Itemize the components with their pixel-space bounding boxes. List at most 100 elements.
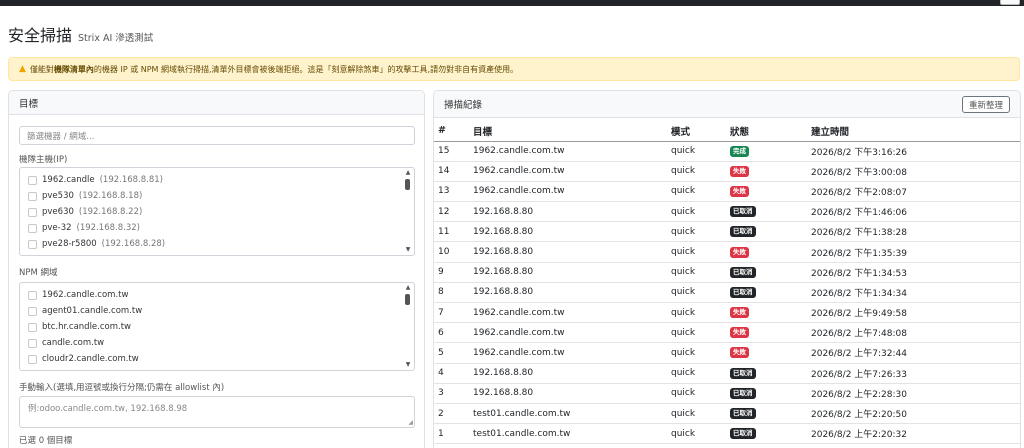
- row-id: 12: [434, 201, 473, 223]
- table-row[interactable]: 2 test01.candle.com.tw quick 已取消 2026/8/2 上午…: [434, 403, 1020, 425]
- domains-list[interactable]: 1962.candle.com.tw agent01.candle.com.tw b…: [19, 282, 415, 371]
- host-item[interactable]: pve28-r5800 (192.168.8.28): [20, 236, 414, 252]
- row-mode: quick: [671, 363, 730, 384]
- domain-item[interactable]: agent01.candle.com.tw: [20, 303, 414, 319]
- domain-checkbox[interactable]: [28, 306, 37, 316]
- status-badge: 失敗: [730, 327, 749, 339]
- host-ip: (192.168.8.28): [101, 239, 166, 249]
- row-target: 192.168.8.80: [473, 221, 671, 243]
- status-badge: 失敗: [730, 246, 749, 258]
- table-row[interactable]: 9 192.168.8.80 quick 已取消 2026/8/2 下午1:34:53: [434, 262, 1020, 283]
- row-status: 失敗: [730, 302, 811, 324]
- page-subtitle: Strix AI 滲透測試: [78, 33, 154, 44]
- row-mode: quick: [671, 322, 730, 344]
- table-row[interactable]: 1 test01.candle.com.tw quick 已取消 2026/8/2 上午…: [434, 423, 1020, 445]
- host-ip: (192.168.8.81): [99, 175, 164, 185]
- domain-item[interactable]: cloudr2.candle.com.tw: [20, 351, 414, 367]
- page-title: 安全掃描: [8, 26, 73, 45]
- row-mode: quick: [671, 383, 730, 404]
- row-id: 1: [434, 423, 473, 445]
- status-badge: 已取消: [730, 266, 756, 278]
- scroll-up-icon[interactable]: ▲: [404, 285, 412, 291]
- host-checkbox[interactable]: [28, 191, 37, 201]
- domain-checkbox[interactable]: [28, 354, 37, 364]
- alert-text: 僅能對機隊清單內的機器 IP 或 NPM 網域執行掃描,清單外目標會被後端拒絕。…: [29, 64, 519, 74]
- scroll-down-icon[interactable]: ▼: [404, 362, 412, 368]
- manual-input[interactable]: 例:odoo.candle.com.tw, 192.168.8.98 ◢: [19, 396, 415, 428]
- table-row[interactable]: 13 1962.candle.com.tw quick 失敗 2026/8/2 下午2:…: [434, 181, 1020, 203]
- hosts-list[interactable]: 1962.candle (192.168.8.81) pve530 (192.168.…: [19, 167, 415, 256]
- scroll-thumb[interactable]: [405, 294, 410, 305]
- table-row[interactable]: 14 1962.candle.com.tw quick 失敗 2026/8/2 下午3:…: [434, 161, 1020, 182]
- domain-item[interactable]: candle.com.tw: [20, 335, 414, 351]
- table-row[interactable]: 15 1962.candle.com.tw quick 完成 2026/8/2 下午3:…: [434, 141, 1020, 162]
- scroll-up-icon[interactable]: ▲: [404, 170, 412, 176]
- host-name: pve-32: [42, 223, 72, 233]
- domain-name: btc.hr.candle.com.tw: [42, 322, 132, 332]
- row-id: 6: [434, 322, 473, 344]
- domain-item[interactable]: btc.hr.candle.com.tw: [20, 319, 414, 335]
- row-status: 失敗: [730, 181, 811, 203]
- hosts-scrollbar[interactable]: ▲ ▼: [404, 170, 412, 253]
- domain-checkbox[interactable]: [28, 322, 37, 332]
- host-checkbox[interactable]: [28, 175, 37, 185]
- row-target: 192.168.8.80: [473, 383, 671, 404]
- table-row[interactable]: 4 192.168.8.80 quick 已取消 2026/8/2 上午7:26:33: [434, 363, 1020, 384]
- host-checkbox[interactable]: [28, 223, 37, 233]
- targets-title: 目標: [19, 98, 39, 110]
- row-mode: quick: [671, 302, 730, 324]
- host-checkbox[interactable]: [28, 239, 37, 249]
- row-created: 2026/8/2 下午1:34:34: [811, 282, 1020, 304]
- col-mode: 模式: [671, 121, 730, 142]
- row-mode: quick: [671, 241, 730, 263]
- host-item[interactable]: pve-32 (192.168.8.32): [20, 220, 414, 236]
- row-mode: quick: [671, 282, 730, 304]
- table-row[interactable]: 7 1962.candle.com.tw quick 失敗 2026/8/2 上午9:4…: [434, 302, 1020, 324]
- row-created: 2026/8/2 上午7:48:08: [811, 322, 1020, 344]
- resize-grip-icon[interactable]: ◢: [408, 419, 413, 426]
- row-target: test01.candle.com.tw: [473, 423, 671, 445]
- status-badge: 已取消: [730, 206, 756, 218]
- host-checkbox[interactable]: [28, 207, 37, 217]
- row-id: 13: [434, 181, 473, 203]
- domain-checkbox[interactable]: [28, 338, 37, 348]
- row-target: 192.168.8.80: [473, 201, 671, 223]
- scroll-thumb[interactable]: [405, 179, 410, 190]
- table-row[interactable]: 3 192.168.8.80 quick 已取消 2026/8/2 上午2:28:30: [434, 383, 1020, 404]
- col-target: 目標: [473, 121, 671, 142]
- domains-scrollbar[interactable]: ▲ ▼: [404, 285, 412, 368]
- table-row[interactable]: 11 192.168.8.80 quick 已取消 2026/8/2 下午1:38:28: [434, 221, 1020, 243]
- row-id: 14: [434, 161, 473, 182]
- row-target: 192.168.8.80: [473, 282, 671, 304]
- domain-item[interactable]: 1962.candle.com.tw: [20, 287, 414, 303]
- row-status: 失敗: [730, 161, 811, 182]
- row-created: 2026/8/2 上午7:32:44: [811, 342, 1020, 364]
- status-badge: 失敗: [730, 185, 749, 197]
- host-item[interactable]: pve630 (192.168.8.22): [20, 204, 414, 220]
- scroll-down-icon[interactable]: ▼: [404, 247, 412, 253]
- table-row[interactable]: 10 192.168.8.80 quick 失敗 2026/8/2 下午1:35:39: [434, 241, 1020, 263]
- top-bar-button[interactable]: [1000, 0, 1020, 5]
- refresh-button[interactable]: 重新整理: [961, 96, 1010, 113]
- status-badge: 失敗: [730, 347, 749, 359]
- col-id: #: [434, 121, 473, 142]
- manual-label: 手動輸入(選填,用逗號或換行分隔;仍需在 allowlist 內): [19, 383, 225, 393]
- table-row[interactable]: 6 1962.candle.com.tw quick 失敗 2026/8/2 上午7:4…: [434, 322, 1020, 344]
- status-badge: 已取消: [730, 428, 756, 440]
- row-mode: quick: [671, 262, 730, 283]
- row-created: 2026/8/2 下午1:46:06: [811, 201, 1020, 223]
- status-badge: 失敗: [730, 165, 749, 177]
- table-row[interactable]: 12 192.168.8.80 quick 已取消 2026/8/2 下午1:46:06: [434, 201, 1020, 223]
- row-id: 7: [434, 302, 473, 324]
- row-id: 4: [434, 363, 473, 384]
- table-row[interactable]: 5 1962.candle.com.tw quick 失敗 2026/8/2 上午7:3…: [434, 342, 1020, 364]
- row-created: 2026/8/2 下午1:35:39: [811, 241, 1020, 263]
- domain-checkbox[interactable]: [28, 290, 37, 300]
- table-row[interactable]: 8 192.168.8.80 quick 已取消 2026/8/2 下午1:34:34: [434, 282, 1020, 304]
- row-id: 9: [434, 262, 473, 283]
- history-card-header: 掃描紀錄: [434, 91, 1020, 118]
- host-item[interactable]: pve530 (192.168.8.18): [20, 188, 414, 204]
- row-status: 已取消: [730, 363, 811, 384]
- filter-input[interactable]: 篩選機器 / 網域...: [19, 126, 415, 145]
- host-item[interactable]: 1962.candle (192.168.8.81): [20, 172, 414, 188]
